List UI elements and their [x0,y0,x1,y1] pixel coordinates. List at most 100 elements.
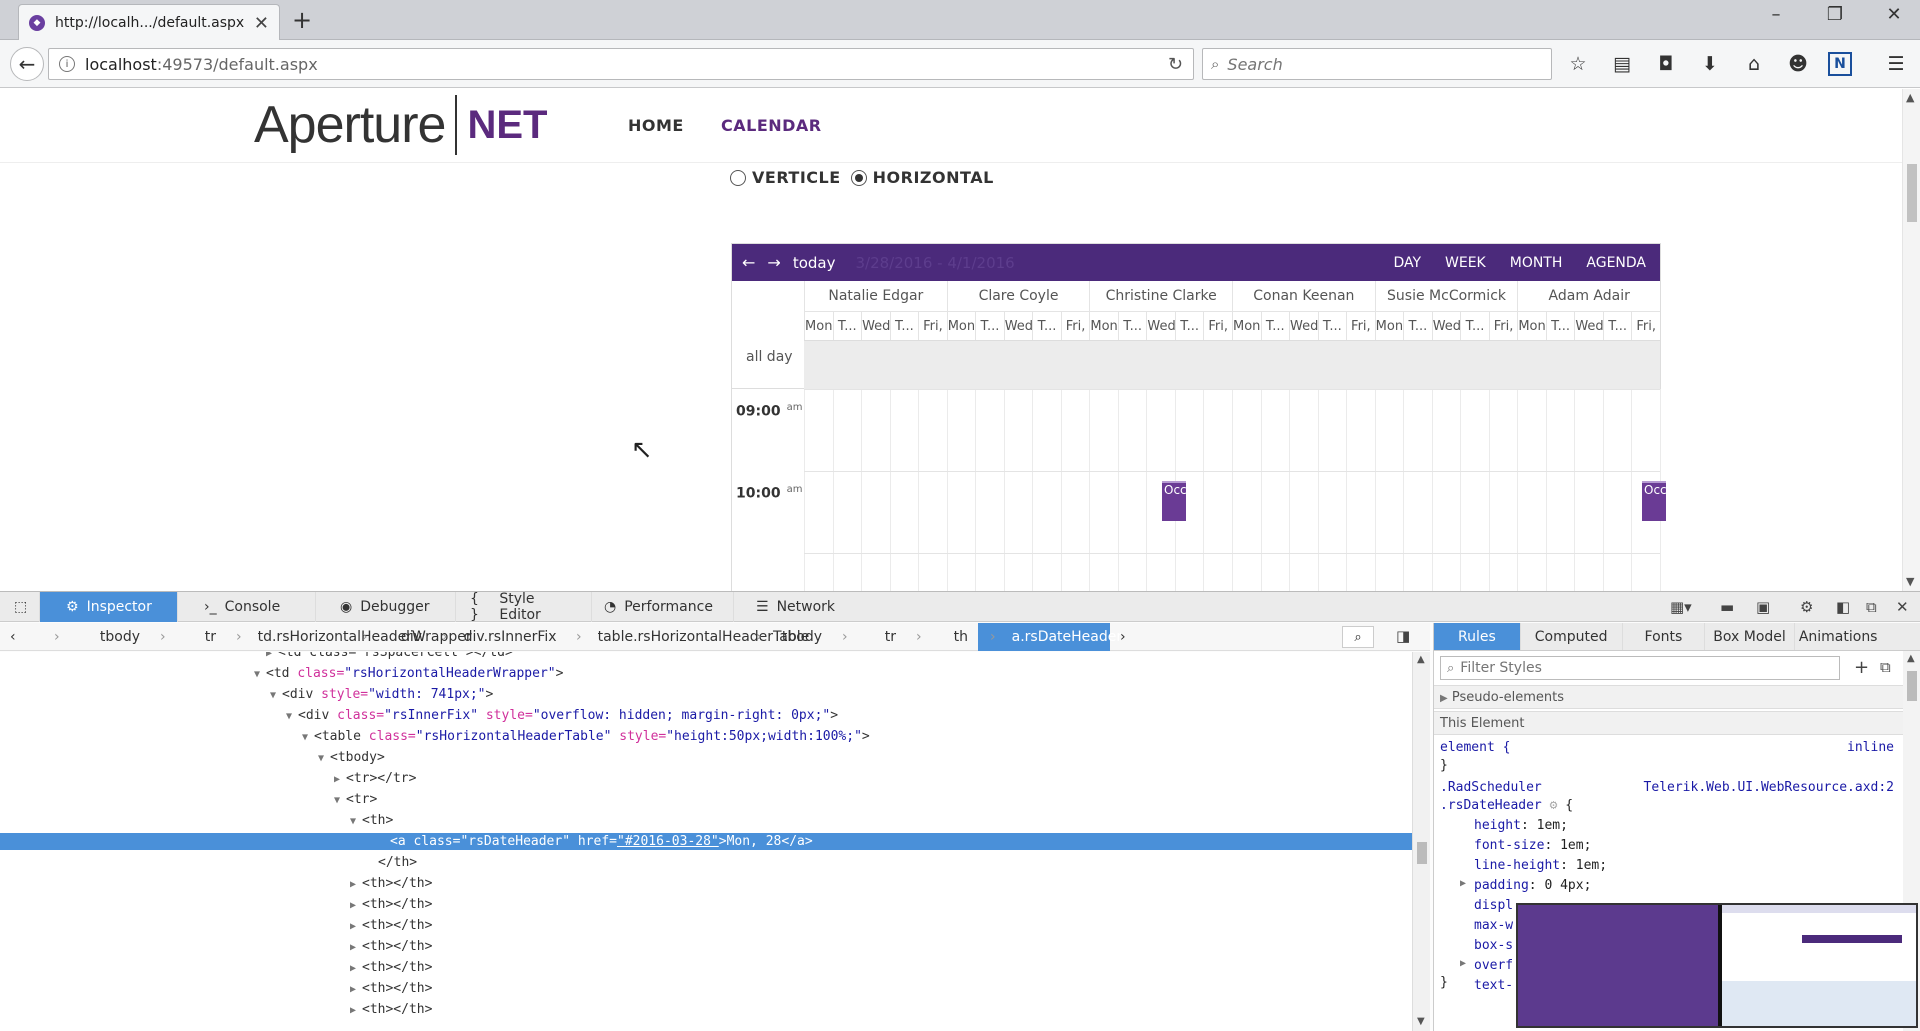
markup-search-icon[interactable]: ⌕ [1342,626,1374,648]
tab-animations[interactable]: Animations [1795,623,1882,650]
breadcrumb-item[interactable]: › td.rsHorizontalHeaderWrapper [226,629,472,645]
rule-source-link[interactable]: Telerik.Web.UI.WebResource.axd:2 [1644,780,1894,795]
day-header[interactable]: Fri, [1203,312,1232,340]
split-console-icon[interactable]: ▬ [1720,598,1734,616]
day-header[interactable]: T... [1403,312,1432,340]
breadcrumb-item[interactable]: › div.rsInnerFix [432,629,566,645]
breadcrumb-item[interactable]: › th [906,629,978,645]
radio-verticle-label[interactable]: VERTICLE [752,168,841,187]
prev-arrow-icon[interactable]: ← [742,253,755,272]
css-property[interactable]: ▶ padding: 0 4px; [1460,878,1591,893]
markup-node[interactable]: ▶ <th></th> [0,1001,1412,1018]
toggle-pseudo-class-icon[interactable]: ⧉ [1880,658,1891,676]
scroll-down-icon[interactable]: ▼ [1906,575,1914,588]
back-button[interactable]: ← [10,47,44,81]
filter-styles-input[interactable] [1460,660,1821,676]
css-property[interactable]: box-s [1474,938,1513,953]
markup-node[interactable]: ▶ <th></th> [0,959,1412,976]
view-month-button[interactable]: MONTH [1510,255,1563,271]
nav-home-link[interactable]: HOME [628,116,684,135]
day-header[interactable]: Fri, [1631,312,1660,340]
markup-node[interactable]: </th> [0,854,1412,871]
day-header[interactable]: T... [1117,312,1147,340]
close-tab-icon[interactable]: ✕ [254,13,269,34]
tab-fonts[interactable]: Fonts [1623,623,1706,650]
day-header[interactable]: Wed [1431,312,1460,340]
all-day-cells[interactable] [804,341,1660,389]
breadcrumb-item[interactable]: › tr [150,629,226,645]
breadcrumb-back-icon[interactable]: ‹ [0,629,44,645]
css-property[interactable]: line-height: 1em; [1474,858,1607,873]
markup-node-selected[interactable]: <a class="rsDateHeader" href="#2016-03-2… [0,833,1412,850]
day-header[interactable]: Mon [1089,312,1118,340]
day-header[interactable]: Mon [804,312,833,340]
settings-gear-icon[interactable]: ⚙ [1800,598,1813,616]
day-header[interactable]: Fri, [918,312,947,340]
day-header[interactable]: T... [832,312,862,340]
css-property[interactable]: max-w [1474,918,1513,933]
restore-window-button[interactable]: ❐ [1815,4,1855,25]
tab-inspector[interactable]: ⚙ Inspector [40,591,178,622]
next-arrow-icon[interactable]: → [767,253,780,272]
day-header[interactable]: Mon [1374,312,1404,340]
scroll-up-icon[interactable]: ▲ [1906,91,1914,104]
breadcrumb-item[interactable]: › tbody [44,629,150,645]
close-devtools-icon[interactable]: ✕ [1896,598,1909,616]
breadcrumb-item[interactable]: › tbody [746,629,832,645]
markup-scrollbar[interactable]: ▲ ▼ [1412,652,1430,1031]
markup-node[interactable]: ▼ <th> [0,812,1412,829]
day-header[interactable]: Mon [946,312,976,340]
reload-icon[interactable]: ↻ [1168,54,1183,75]
day-header[interactable]: Fri, [1060,312,1090,340]
markup-node[interactable]: ▼ <table class="rsHorizontalHeaderTable" … [0,728,1412,745]
chat-icon[interactable]: ☻ [1784,50,1812,78]
time-grid[interactable] [804,389,1661,591]
radio-verticle[interactable] [730,169,746,186]
breadcrumb-item[interactable]: › table.rsHorizontalHeaderTable [566,629,809,645]
day-header[interactable]: T... [1260,312,1290,340]
undock-icon[interactable]: ⧉ [1866,598,1877,616]
site-info-icon[interactable]: i [59,56,75,72]
day-header[interactable]: Wed [1003,312,1032,340]
day-header[interactable]: T... [889,312,919,340]
breadcrumb-item[interactable]: › div [352,629,432,645]
extension-n-icon[interactable]: N [1828,52,1852,76]
tab-computed[interactable]: Computed [1521,623,1623,650]
radio-horizontal[interactable] [850,169,867,186]
pick-element-icon[interactable]: ⬚ [0,591,40,622]
day-header[interactable]: Wed [1289,312,1318,340]
css-property[interactable]: height: 1em; [1474,818,1568,833]
frame-select-icon[interactable]: ▦▾ [1670,598,1692,616]
responsive-mode-icon[interactable]: ▣ [1756,598,1770,616]
toggle-sidebar-icon[interactable]: ◨ [1396,627,1410,645]
css-property[interactable]: displ [1474,898,1513,913]
tab-debugger[interactable]: ◉ Debugger [316,591,456,622]
page-scrollbar[interactable]: ▲ ▼ [1902,89,1920,591]
pseudo-elements-section[interactable]: ▶ Pseudo-elements [1434,685,1904,709]
day-header[interactable]: T... [1460,312,1489,340]
pocket-icon[interactable]: ◘ [1652,50,1680,78]
day-header[interactable]: T... [1174,312,1204,340]
day-header[interactable]: Fri, [1488,312,1518,340]
day-header[interactable]: T... [975,312,1004,340]
tab-style-editor[interactable]: { } Style Editor [456,591,592,623]
css-property[interactable]: ▶ overf [1460,958,1513,973]
minimize-window-button[interactable]: – [1756,4,1796,25]
dock-side-icon[interactable]: ◧ [1836,598,1850,616]
markup-node[interactable]: ▼ <tbody> [0,749,1412,766]
day-header[interactable]: T... [1032,312,1061,340]
filter-styles[interactable]: ⌕ [1440,656,1840,680]
css-property[interactable]: font-size: 1em; [1474,838,1591,853]
day-header[interactable]: Fri, [1346,312,1375,340]
markup-node[interactable]: ▶ <td class="rsSpacerCell"></td> [0,652,1412,661]
breadcrumb-forward-icon[interactable]: › [1110,629,1136,645]
search-input[interactable] [1227,54,1528,74]
search-bar[interactable]: ⌕ [1202,48,1552,80]
day-header[interactable]: T... [1602,312,1632,340]
markup-node[interactable]: ▼ <tr> [0,791,1412,808]
css-property[interactable]: text- [1474,978,1513,993]
day-header[interactable]: T... [1317,312,1347,340]
markup-node[interactable]: ▶ <th></th> [0,917,1412,934]
day-header[interactable]: T... [1545,312,1575,340]
appointment[interactable]: Occ [1642,481,1666,521]
